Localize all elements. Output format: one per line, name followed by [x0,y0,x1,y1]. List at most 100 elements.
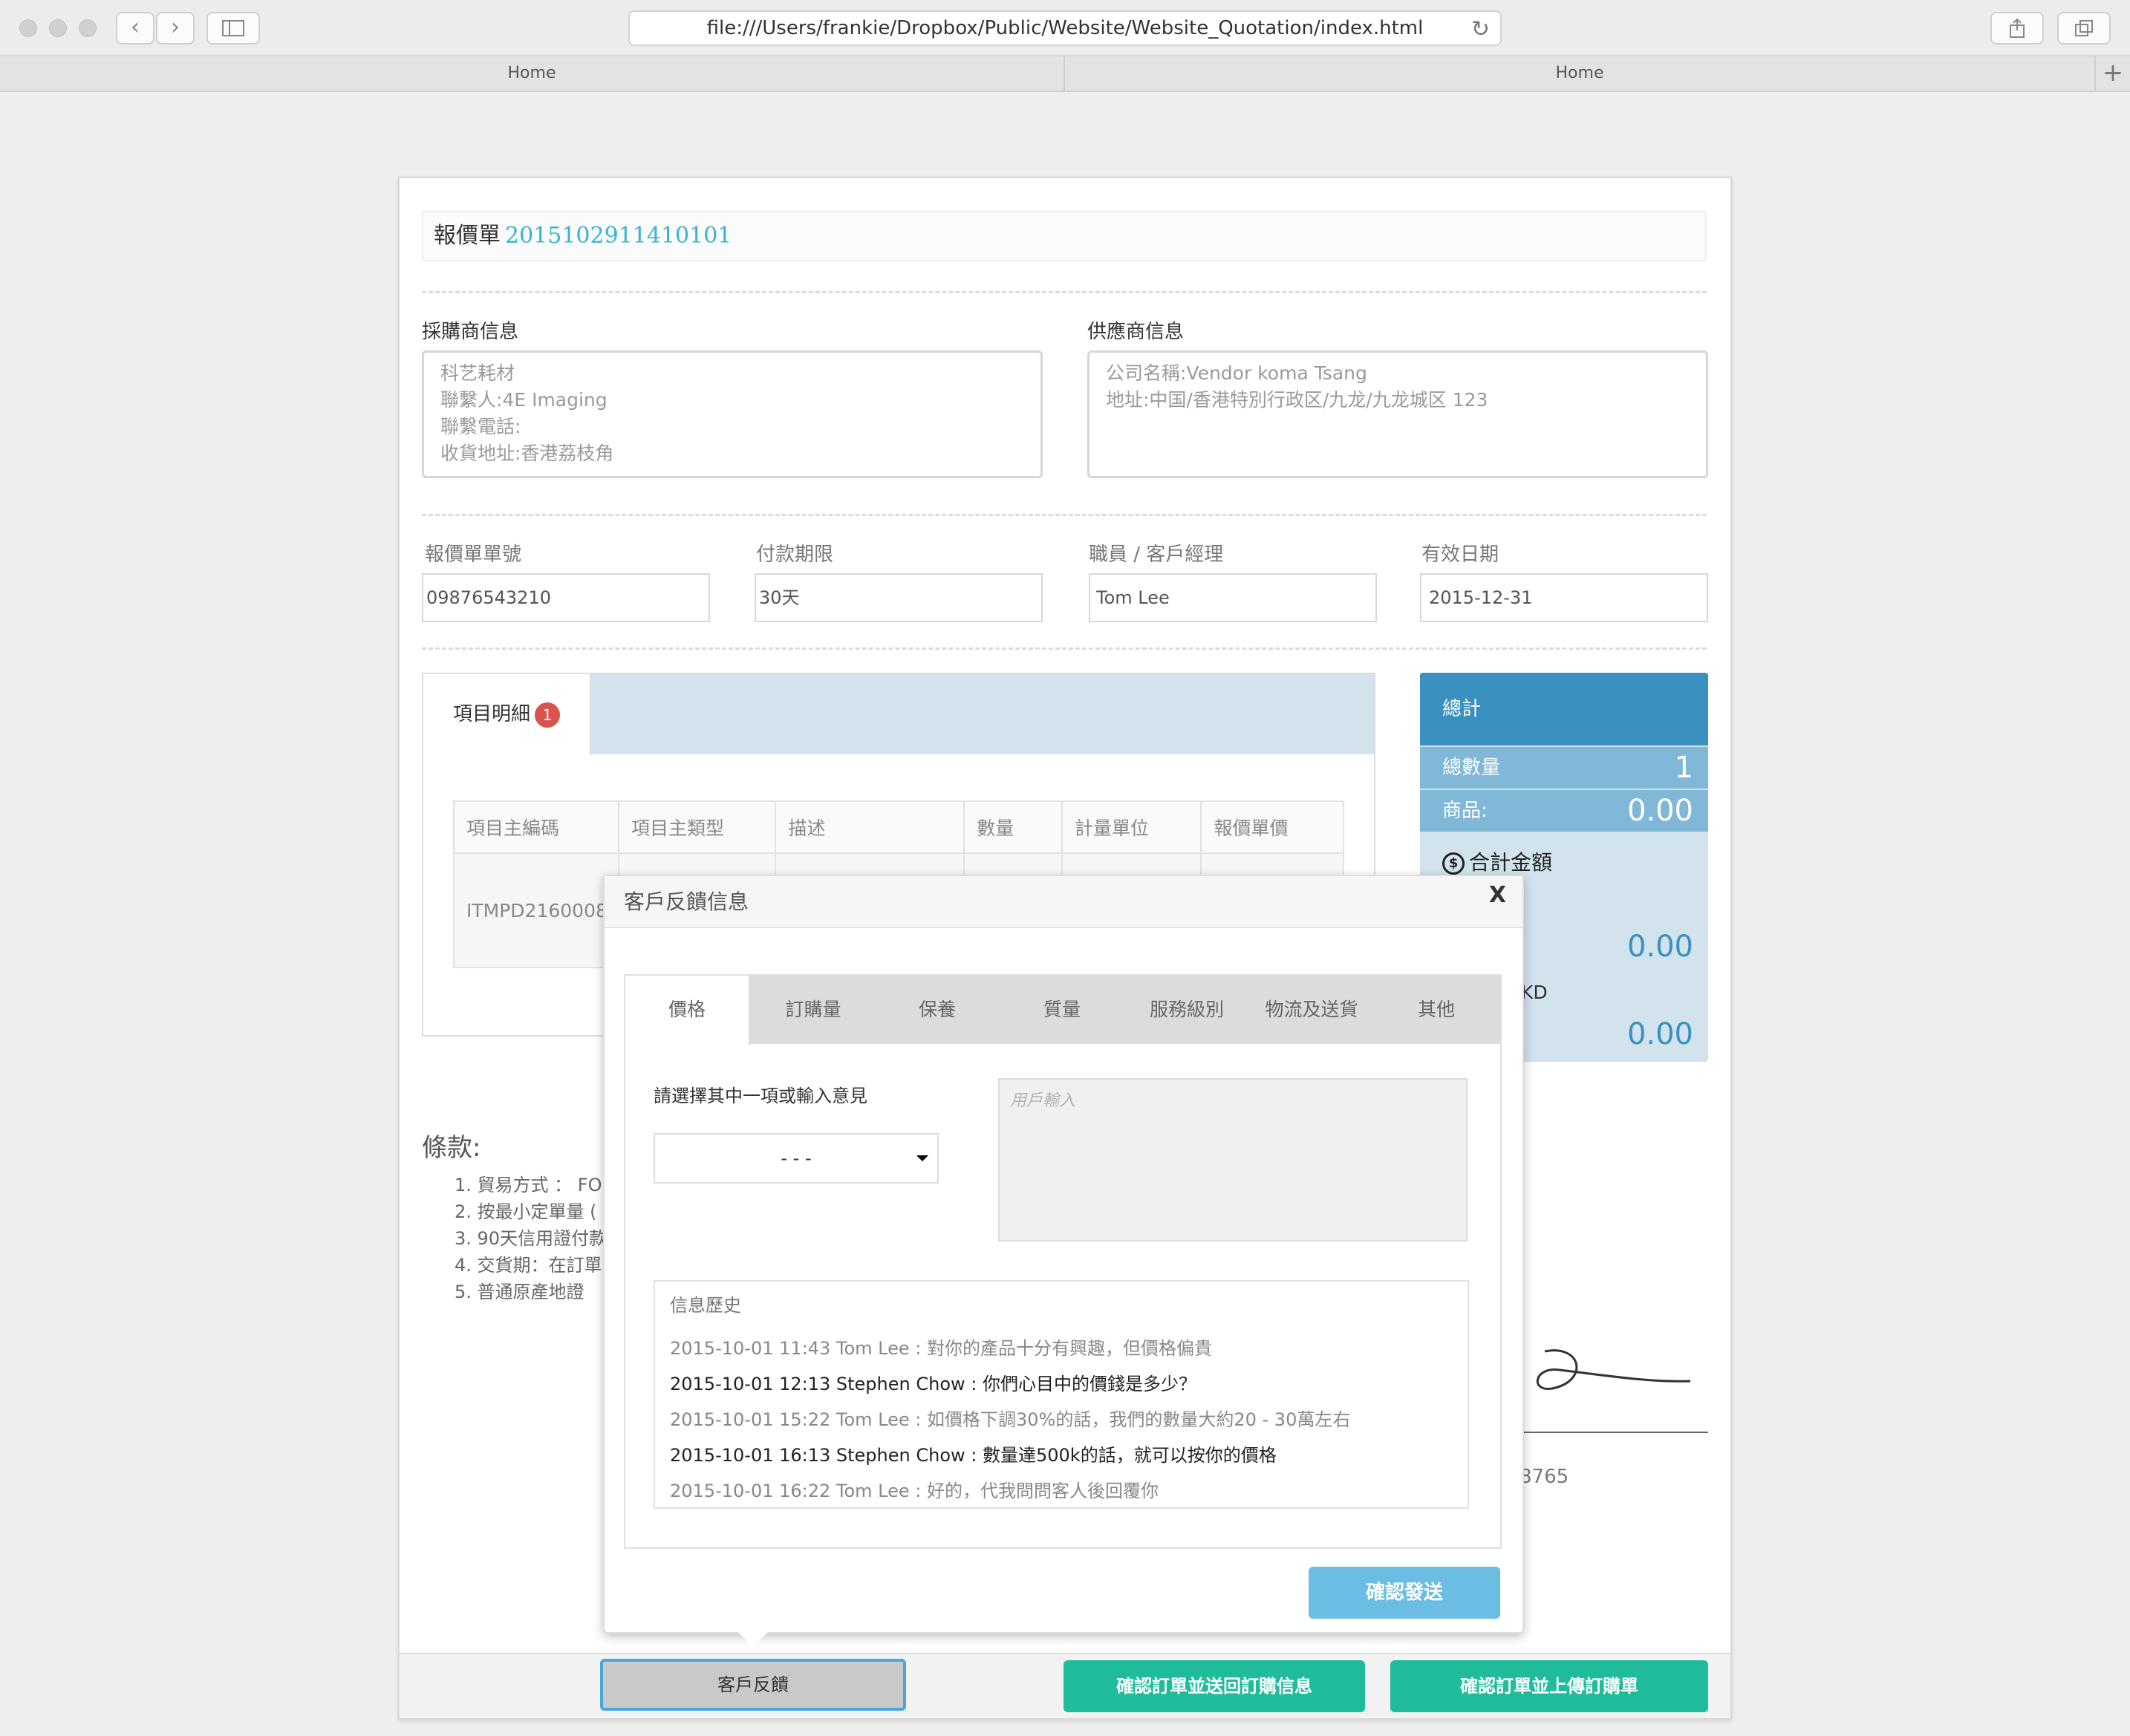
message-history: 信息歷史 2015-10-01 11:43 Tom Lee : 對你的產品十分有… [654,1280,1469,1509]
select-value: - - - [781,1148,812,1169]
tab-order-quantity[interactable]: 訂購量 [752,976,875,1044]
valid-date-label: 有效日期 [1421,544,1499,566]
list-item: 4. 交貨期：在訂單 [455,1255,602,1276]
history-message: 2015-10-01 16:22 Tom Lee : 好的，代我問問客人後回覆你 [670,1481,1159,1501]
goods-label: 商品: [1442,800,1488,822]
history-title: 信息歷史 [670,1295,741,1316]
modal-header: 客戶反饋信息 [605,876,1522,928]
total-quantity-value: 1 [1674,751,1693,785]
browser-tab-1[interactable]: Home [0,56,1064,91]
account-manager-field[interactable]: Tom Lee [1089,573,1377,622]
buyer-line: 科艺耗材 [440,362,515,384]
terms-list: 1. 貿易方式 ： FOB 2. 按最小定單量 ( 3. 90天信用證付款 4.… [455,1172,608,1305]
table-header-row: 項目主編碼 項目主類型 描述 數量 計量單位 報價單價 [453,800,1344,854]
tab-other[interactable]: 其他 [1374,976,1499,1044]
buyer-info-box[interactable]: 科艺耗材 聯繫人:4E Imaging 聯繫電話: 收貨地址:香港荔枝角 [422,350,1043,478]
browser-toolbar: ‹ › file:///Users/frankie/Dropbox/Public… [0,0,2130,56]
supplier-line: 地址:中国/香港特別行政区/九龙/九龙城区 123 [1106,389,1488,411]
history-message: 2015-10-01 12:13 Stephen Chow : 你們心目中的價錢… [670,1374,1196,1394]
sidebar-icon [222,20,244,36]
buyer-line: 聯繫電話: [440,416,521,437]
sum-value: 0.00 [1626,930,1693,964]
column-header: 描述 [775,800,965,854]
modal-pointer [737,1631,769,1647]
quotation-header: 報價單 2015102911410101 [422,211,1707,261]
feedback-form: 價格 訂購量 保養 質量 服務級別 物流及送貨 其他 請選擇其中一項或輸入意見 … [624,974,1502,1549]
quotation-title: 報價單 [434,223,501,249]
browser-tab-2[interactable]: Home [1065,56,2094,91]
column-header: 項目主編碼 [453,800,619,854]
confirm-order-upload-button[interactable]: 確認訂單並上傳訂購單 [1390,1660,1708,1712]
back-button[interactable]: ‹ [116,12,154,45]
close-window-button[interactable] [19,19,37,37]
terms-title: 條款: [422,1133,481,1163]
sum-label: 合計金額 [1469,850,1553,875]
caret-down-icon [916,1155,928,1161]
tab-maintenance[interactable]: 保養 [875,976,1000,1044]
quote-number-field[interactable]: 09876543210 [422,573,710,622]
reload-icon[interactable]: ↻ [1471,13,1490,46]
buyer-info-label: 採購商信息 [422,321,519,343]
list-item: 1. 貿易方式 ： FOB [455,1175,608,1195]
supplier-info-box[interactable]: 公司名稱:Vendor koma Tsang 地址:中国/香港特別行政区/九龙/… [1087,350,1708,478]
signature-line [1522,1432,1708,1433]
address-bar[interactable]: file:///Users/frankie/Dropbox/Public/Web… [628,10,1502,46]
divider [422,291,1707,293]
supplier-line: 公司名稱:Vendor koma Tsang [1106,362,1367,384]
item-count-badge: 1 [535,702,561,728]
supplier-info-label: 供應商信息 [1087,321,1185,343]
feedback-category-tabs: 價格 訂購量 保養 質量 服務級別 物流及送貨 其他 [625,976,1500,1045]
total-quantity-label: 總數量 [1442,757,1501,779]
quote-number-label: 報價單單號 [425,544,522,566]
valid-date-field[interactable]: 2015-12-31 [1420,573,1708,622]
share-icon [2010,18,2025,38]
share-button[interactable] [1990,12,2044,45]
tab-quality[interactable]: 質量 [1000,976,1124,1044]
column-header: 數量 [963,800,1063,854]
payment-term-field[interactable]: 30天 [755,573,1043,622]
confirm-order-return-button[interactable]: 確認訂單並送回訂購信息 [1064,1660,1365,1712]
modal-title: 客戶反饋信息 [624,890,749,914]
tab-item-details[interactable]: 項目明細 1 [423,674,591,756]
forward-button[interactable]: › [156,12,195,45]
goods-value: 0.00 [1626,794,1693,828]
feedback-modal: 客戶反饋信息 X 價格 訂購量 保養 質量 服務級別 物流及送貨 其他 請選擇其… [603,875,1524,1634]
input-placeholder: 用戶輸入 [1010,1091,1076,1110]
history-message: 2015-10-01 15:22 Tom Lee : 如價格下調30%的話，我們… [670,1409,1351,1430]
sum-value-currency: 0.00 [1626,1017,1693,1051]
tabs-overview-button[interactable] [2057,12,2111,45]
history-message: 2015-10-01 16:13 Stephen Chow : 數量達500k的… [670,1445,1277,1466]
history-message: 2015-10-01 11:43 Tom Lee : 對你的產品十分有興趣，但價… [670,1338,1212,1359]
chevron-right-icon: › [171,14,180,40]
divider [422,647,1707,650]
dollar-icon: $ [1442,852,1465,875]
browser-tab-bar: Home Home + [0,56,2130,92]
confirm-send-button[interactable]: 確認發送 [1309,1567,1500,1619]
currency-label: KD [1521,982,1548,1003]
tabs-icon [2075,20,2093,36]
tab-logistics[interactable]: 物流及送貨 [1249,976,1374,1044]
customer-feedback-button[interactable]: 客戶反饋 [600,1659,906,1711]
list-item: 5. 普通原產地證 [455,1282,584,1302]
sidebar-toggle-button[interactable] [206,12,260,45]
goods-row: 商品: 0.00 [1420,790,1708,832]
list-item: 3. 90天信用證付款 [455,1228,608,1249]
tab-service-level[interactable]: 服務級別 [1124,976,1249,1044]
feedback-option-select[interactable]: - - - [654,1133,939,1184]
tab-price[interactable]: 價格 [625,976,750,1045]
divider [422,514,1707,516]
zoom-window-button[interactable] [79,19,97,37]
column-header: 報價單價 [1200,800,1344,854]
item-code-cell: ITMPD2160008 [453,852,619,968]
feedback-text-input[interactable]: 用戶輸入 [998,1078,1468,1241]
new-tab-button[interactable]: + [2094,56,2130,91]
close-icon[interactable]: X [1489,882,1506,908]
feedback-prompt: 請選擇其中一項或輸入意見 [654,1086,867,1106]
buyer-line: 收貨地址:香港荔枝角 [440,443,614,464]
tab-item-details-label: 項目明細 [453,703,531,725]
sum-label-row: $ 合計金額 [1442,846,1552,876]
payment-term-label: 付款期限 [756,544,834,566]
contact-number: 8765 [1520,1466,1569,1488]
total-quantity-row: 總數量 1 [1420,747,1708,789]
minimize-window-button[interactable] [49,19,67,37]
